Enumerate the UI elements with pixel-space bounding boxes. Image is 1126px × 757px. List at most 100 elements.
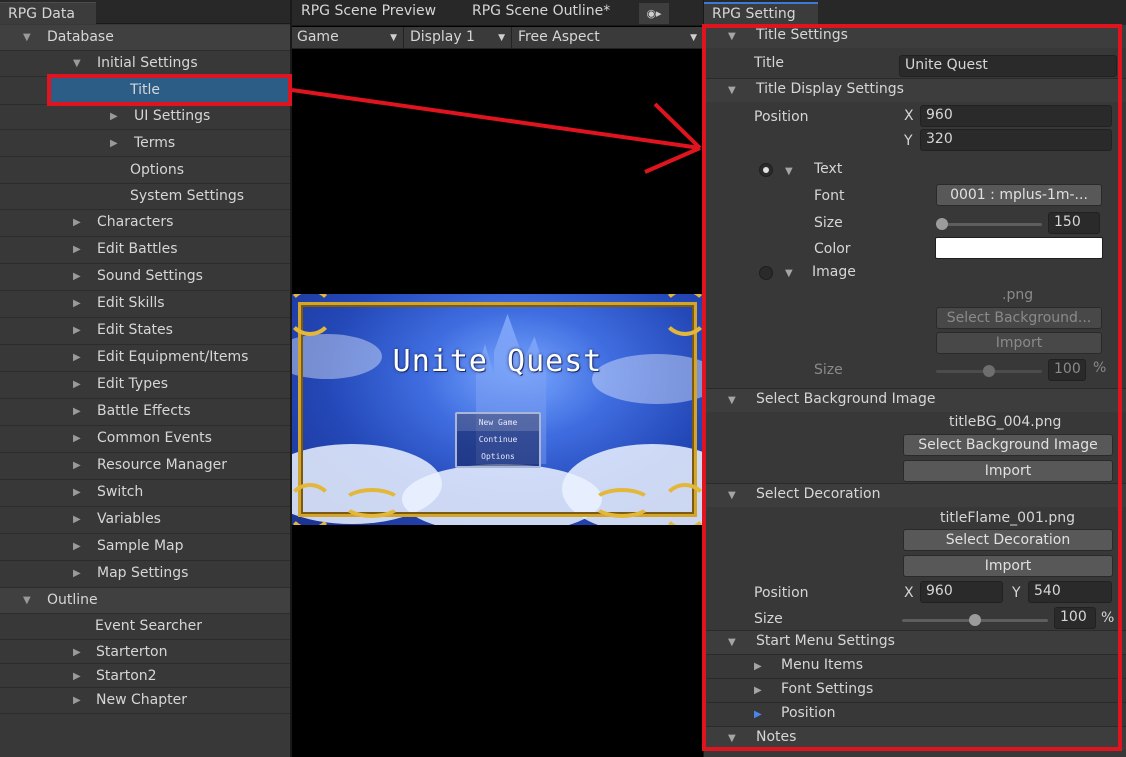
tree-item-edit-skills[interactable]: ▶ Edit Skills: [0, 291, 290, 318]
aspect-dropdown[interactable]: Free Aspect ▼: [513, 27, 703, 49]
tree-item-label: Edit Skills: [97, 295, 165, 311]
tree-item-label: Outline: [47, 592, 98, 608]
tree-item-new-chapter[interactable]: ▶ New Chapter: [0, 688, 290, 714]
tree-item-terms[interactable]: ▶ Terms: [0, 131, 290, 157]
menu-item-options[interactable]: Options: [457, 448, 539, 465]
chevron-down-icon: ▼: [498, 33, 505, 43]
triangle-right-icon[interactable]: ▶: [73, 514, 85, 526]
tree-item-characters[interactable]: ▶ Characters: [0, 210, 290, 237]
triangle-right-icon[interactable]: ▶: [73, 379, 85, 391]
triangle-right-icon[interactable]: ▶: [73, 352, 85, 364]
middle-tabbar: RPG Scene Preview RPG Scene Outline* ◉▸: [292, 0, 703, 26]
triangle-right-icon[interactable]: ▶: [73, 217, 85, 229]
triangle-right-icon[interactable]: ▶: [73, 325, 85, 337]
display-value: Display 1: [410, 29, 475, 45]
display-mode-value: Game: [297, 29, 339, 45]
tree-item-system-settings[interactable]: System Settings: [0, 184, 290, 210]
tree-item-event-searcher[interactable]: Event Searcher: [0, 614, 290, 640]
tree-item-switch[interactable]: ▶ Switch: [0, 480, 290, 507]
triangle-down-icon[interactable]: ▼: [23, 32, 35, 44]
tree-item-label: Characters: [97, 214, 174, 230]
ornament-bottom: [342, 488, 402, 518]
tree-item-database[interactable]: ▼ Database: [0, 25, 290, 51]
rpg-data-panel: RPG Data ▼ Database ▼ Initial Settings Title…: [0, 0, 291, 757]
decoration-frame: [298, 302, 697, 517]
triangle-down-icon[interactable]: ▼: [23, 595, 35, 607]
display-dropdown[interactable]: Display 1 ▼: [405, 27, 512, 49]
tree-item-label: New Chapter: [96, 692, 187, 708]
triangle-right-icon[interactable]: ▶: [110, 111, 122, 123]
triangle-right-icon[interactable]: ▶: [73, 541, 85, 553]
tree-item-ui-settings[interactable]: ▶ UI Settings: [0, 104, 290, 130]
tree-item-starterton[interactable]: ▶ Starterton: [0, 640, 290, 664]
triangle-right-icon[interactable]: ▶: [73, 244, 85, 256]
tree-item-label: Sample Map: [97, 538, 184, 554]
tree-item-label: Event Searcher: [95, 618, 203, 634]
tree-item-battle-effects[interactable]: ▶ Battle Effects: [0, 399, 290, 426]
tab-rpg-data[interactable]: RPG Data: [0, 2, 96, 24]
tree-item-label: Edit Battles: [97, 241, 178, 257]
tree-item-edit-equipment-items[interactable]: ▶ Edit Equipment/Items: [0, 345, 290, 372]
tree-item-label: Starterton: [96, 644, 168, 660]
tree-item-outline[interactable]: ▼ Outline: [0, 588, 290, 614]
tree-item-edit-states[interactable]: ▶ Edit States: [0, 318, 290, 345]
tree-item-label: Edit States: [97, 322, 173, 338]
triangle-down-icon[interactable]: ▼: [73, 58, 85, 70]
aspect-value: Free Aspect: [518, 29, 600, 45]
left-tabbar: RPG Data: [0, 0, 290, 24]
tree-item-label: Starton2: [96, 668, 157, 684]
tree-item-label: Options: [130, 162, 185, 178]
tree-item-edit-types[interactable]: ▶ Edit Types: [0, 372, 290, 399]
tab-overflow-icon[interactable]: ◉▸: [639, 3, 669, 24]
triangle-right-icon[interactable]: ▶: [73, 695, 85, 707]
tree-item-starton2[interactable]: ▶ Starton2: [0, 664, 290, 688]
right-tabbar: RPG Setting: [704, 0, 1126, 24]
tree-item-label: Database: [47, 29, 114, 45]
tree-item-map-settings[interactable]: ▶ Map Settings: [0, 561, 290, 588]
tree-item-label: Edit Equipment/Items: [97, 349, 249, 365]
tree-item-label: Map Settings: [97, 565, 189, 581]
chevron-down-icon: ▼: [690, 33, 697, 43]
tree-item-sound-settings[interactable]: ▶ Sound Settings: [0, 264, 290, 291]
chevron-down-icon: ▼: [390, 33, 397, 43]
tree-item-sample-map[interactable]: ▶ Sample Map: [0, 534, 290, 561]
tab-scene-outline[interactable]: RPG Scene Outline*: [472, 3, 610, 19]
tree-item-label: Terms: [134, 135, 176, 151]
tree-item-label: Common Events: [97, 430, 212, 446]
tree-item-label: Resource Manager: [97, 457, 228, 473]
tree-item-label: Variables: [97, 511, 161, 527]
triangle-right-icon[interactable]: ▶: [73, 433, 85, 445]
tree-item-edit-battles[interactable]: ▶ Edit Battles: [0, 237, 290, 264]
scene-preview-panel: RPG Scene Preview RPG Scene Outline* ◉▸ …: [292, 0, 703, 757]
display-mode-dropdown[interactable]: Game ▼: [292, 27, 404, 49]
triangle-right-icon[interactable]: ▶: [73, 460, 85, 472]
menu-item-continue[interactable]: Continue: [457, 431, 539, 448]
game-title-text: Unite Quest: [392, 344, 603, 379]
tree-item-label: Switch: [97, 484, 144, 500]
ornament-corner: [661, 483, 703, 525]
triangle-right-icon[interactable]: ▶: [110, 138, 122, 150]
tree-item-label: System Settings: [130, 188, 245, 204]
triangle-right-icon[interactable]: ▶: [73, 487, 85, 499]
tree-item-options[interactable]: Options: [0, 158, 290, 184]
tree-item-label: UI Settings: [134, 108, 211, 124]
tree-item-label: Edit Types: [97, 376, 169, 392]
tree-item-variables[interactable]: ▶ Variables: [0, 507, 290, 534]
tab-scene-preview[interactable]: RPG Scene Preview: [301, 3, 436, 19]
tree-item-resource-manager[interactable]: ▶ Resource Manager: [0, 453, 290, 480]
tree-item-label: Sound Settings: [97, 268, 203, 284]
triangle-right-icon[interactable]: ▶: [73, 406, 85, 418]
triangle-right-icon[interactable]: ▶: [73, 298, 85, 310]
menu-item-new-game[interactable]: New Game: [457, 414, 539, 431]
triangle-right-icon[interactable]: ▶: [73, 271, 85, 283]
triangle-right-icon[interactable]: ▶: [73, 568, 85, 580]
triangle-right-icon[interactable]: ▶: [73, 647, 85, 659]
triangle-right-icon[interactable]: ▶: [73, 671, 85, 683]
start-menu-window: New Game Continue Options: [455, 412, 541, 468]
tree-item-label: Battle Effects: [97, 403, 191, 419]
tree-item-common-events[interactable]: ▶ Common Events: [0, 426, 290, 453]
tab-rpg-setting[interactable]: RPG Setting: [704, 2, 818, 24]
ornament-bottom: [592, 488, 652, 518]
game-preview[interactable]: Unite Quest New Game Continue Options: [292, 294, 703, 525]
game-view-toolbar: Game ▼ Display 1 ▼ Free Aspect ▼: [292, 27, 703, 49]
